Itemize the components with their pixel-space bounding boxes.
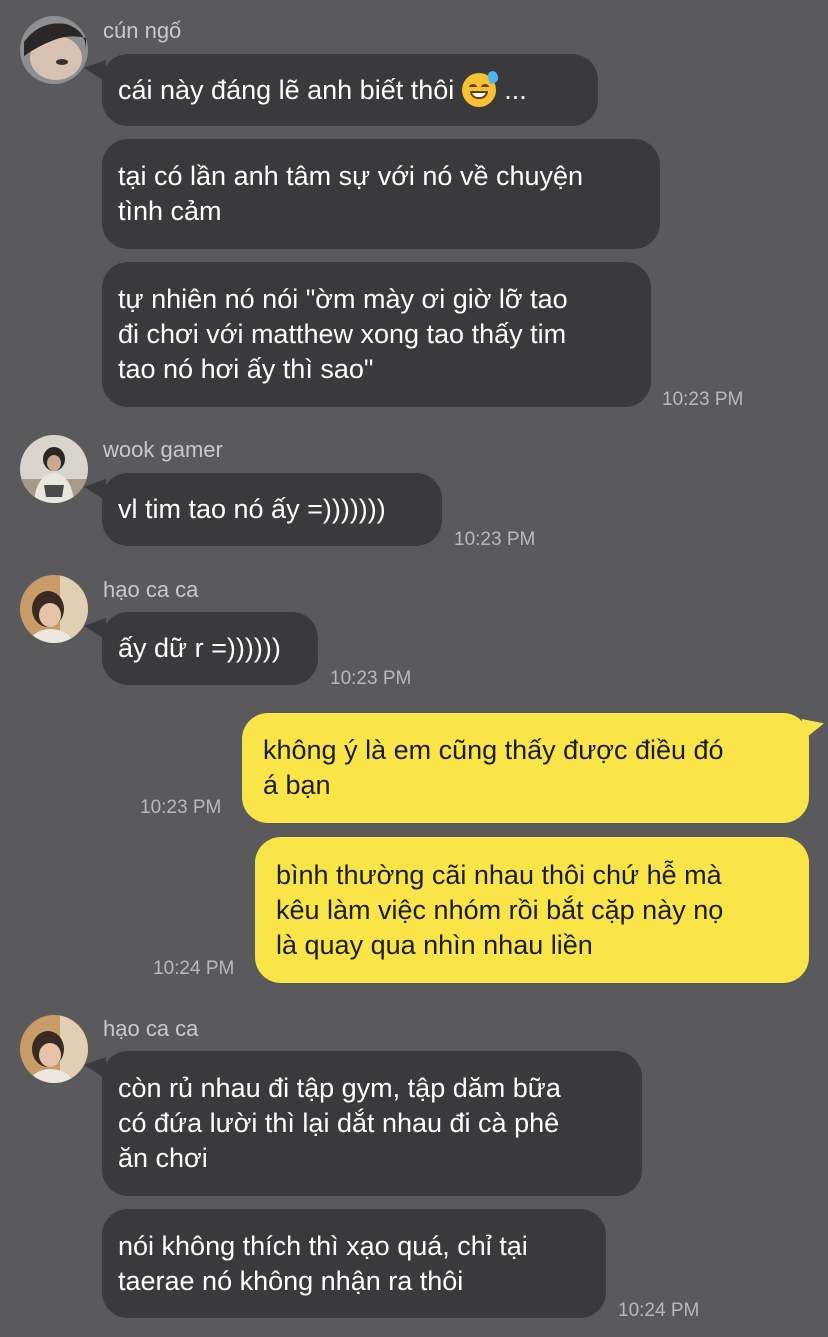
- bubble-tail: [84, 618, 106, 640]
- bubble-tail: [84, 60, 106, 82]
- message-text: tự nhiên nó nói "ờm mày ơi giờ lỡ tao đi…: [118, 284, 568, 384]
- sender-name: cún ngố: [103, 18, 182, 43]
- message-bubble[interactable]: tự nhiên nó nói "ờm mày ơi giờ lỡ tao đi…: [102, 262, 651, 407]
- message-timestamp: 10:24 PM: [153, 958, 235, 979]
- message-bubble[interactable]: ấy dữ r =)))))): [102, 612, 318, 685]
- message-text: bình thường cãi nhau thôi chứ hễ mà kêu …: [276, 859, 724, 960]
- message-text: không ý là em cũng thấy được điều đó á b…: [263, 735, 724, 800]
- bubble-tail: [84, 479, 106, 501]
- message-bubble[interactable]: tại có lần anh tâm sự với nó về chuyện t…: [102, 139, 660, 249]
- my-message-bubble[interactable]: không ý là em cũng thấy được điều đó á b…: [242, 713, 809, 823]
- message-bubble[interactable]: còn rủ nhau đi tập gym, tập dăm bữa có đ…: [102, 1051, 642, 1196]
- message-text: cái này đáng lẽ anh biết thôi: [118, 74, 455, 105]
- message-text: còn rủ nhau đi tập gym, tập dăm bữa có đ…: [118, 1073, 561, 1173]
- message-text: vl tim tao nó ấy =))))))): [118, 494, 386, 524]
- message-bubble[interactable]: vl tim tao nó ấy =))))))): [102, 473, 442, 546]
- sender-name: hạo ca ca: [103, 577, 199, 602]
- avatar-cun-ngo[interactable]: [20, 16, 88, 84]
- message-timestamp: 10:23 PM: [662, 389, 744, 410]
- sweat-smile-emoji-icon: [462, 69, 501, 107]
- message-timestamp: 10:23 PM: [454, 529, 536, 550]
- avatar-wook-gamer[interactable]: [20, 435, 88, 503]
- avatar-hao-ca-ca[interactable]: [20, 1015, 88, 1083]
- sender-name: wook gamer: [103, 437, 223, 462]
- message-timestamp: 10:23 PM: [330, 668, 412, 689]
- message-bubble[interactable]: cái này đáng lẽ anh biết thôi ...: [102, 54, 598, 126]
- bubble-tail: [84, 1057, 106, 1079]
- message-text: nói không thích thì xạo quá, chỉ tại tae…: [118, 1230, 528, 1296]
- message-text: ...: [504, 74, 527, 105]
- my-message-bubble[interactable]: bình thường cãi nhau thôi chứ hễ mà kêu …: [255, 837, 809, 983]
- bubble-tail: [802, 719, 824, 741]
- message-timestamp: 10:23 PM: [140, 797, 222, 818]
- message-timestamp: 10:24 PM: [618, 1300, 700, 1321]
- message-bubble[interactable]: nói không thích thì xạo quá, chỉ tại tae…: [102, 1209, 606, 1318]
- message-text: tại có lần anh tâm sự với nó về chuyện t…: [118, 161, 584, 226]
- message-text: ấy dữ r =)))))): [118, 633, 281, 663]
- avatar-hao-ca-ca[interactable]: [20, 575, 88, 643]
- sender-name: hạo ca ca: [103, 1016, 199, 1041]
